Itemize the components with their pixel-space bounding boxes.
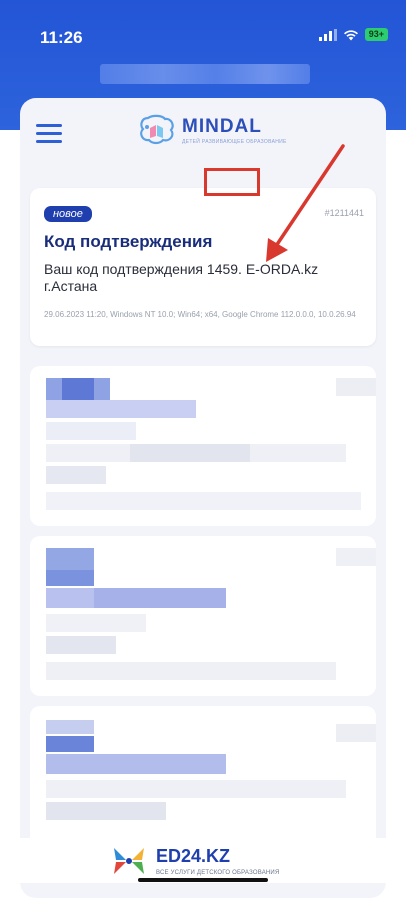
menu-icon[interactable] [36,124,62,144]
url-bar[interactable] [100,64,310,84]
body-suffix: E-ORDA.kz [241,261,319,277]
logo-subtitle: ДЕТЕЙ РАЗВИВАЮЩЕЕ ОБРАЗОВАНИЕ [182,138,287,145]
notification-title: Код подтверждения [44,232,213,251]
logo-text: MINDAL [182,115,262,137]
mindal-logo[interactable]: MINDAL ДЕТЕЙ РАЗВИВАЮЩЕЕ ОБРАЗОВАНИЕ [138,114,287,146]
footer: ED24.KZ ВСЕ УСЛУГИ ДЕТСКОГО ОБРАЗОВАНИЯ [0,838,406,883]
wifi-icon [343,29,358,40]
notification-card[interactable]: новое #1211441 Код подтверждения Ваш код… [30,188,376,346]
notification-meta: 29.06.2023 11:20, Windows NT 10.0; Win64… [44,310,356,319]
notification-id: #1211441 [324,208,364,218]
redacted-card[interactable] [30,706,376,856]
redacted-card[interactable] [30,536,376,696]
body-prefix: Ваш код подтверждения [44,261,207,277]
footer-title: ED24.KZ [156,846,231,866]
new-badge: новое [44,206,92,222]
ed24-logo-icon [114,848,144,874]
status-time: 11:26 [40,28,83,47]
code-highlight-box [204,168,260,196]
home-indicator [138,878,268,882]
app-panel: MINDAL ДЕТЕЙ РАЗВИВАЮЩЕЕ ОБРАЗОВАНИЕ нов… [20,98,386,898]
redacted-card[interactable] [30,366,376,526]
mindal-logo-icon [140,114,174,145]
footer-subtitle: ВСЕ УСЛУГИ ДЕТСКОГО ОБРАЗОВАНИЯ [156,870,280,876]
signal-icon [318,28,337,41]
app-header: MINDAL ДЕТЕЙ РАЗВИВАЮЩЕЕ ОБРАЗОВАНИЕ [20,98,386,170]
body-city: г.Астана [44,278,98,294]
battery-indicator: 93+ [364,28,388,41]
notification-body: Ваш код подтверждения 1459. E-ORDA.kz г.… [44,261,364,295]
verification-code: 1459. [206,261,242,277]
status-icons: 93+ [318,28,388,41]
